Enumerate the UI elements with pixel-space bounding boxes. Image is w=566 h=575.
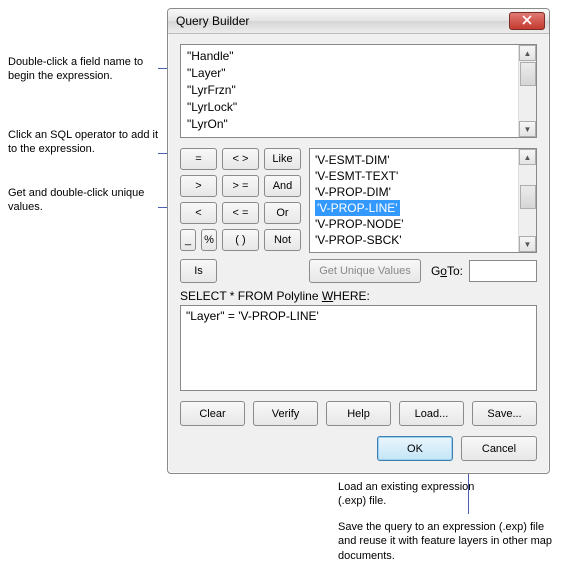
- value-item[interactable]: 'V-PROP-LINE': [315, 200, 513, 216]
- annotation-field: Double-click a field name to begin the e…: [8, 55, 158, 84]
- values-items: 'V-ESMT-DIM' 'V-ESMT-TEXT' 'V-PROP-DIM' …: [310, 149, 518, 252]
- op-and-button[interactable]: And: [264, 175, 301, 197]
- annotation-values: Get and double-click unique values.: [8, 186, 158, 215]
- op-gt-button[interactable]: >: [180, 175, 217, 197]
- op-le-button[interactable]: < =: [222, 202, 259, 224]
- annotation-save: Save the query to an expression (.exp) f…: [338, 520, 558, 563]
- value-item[interactable]: 'V-PROP-NODE': [315, 216, 513, 232]
- goto-label: Go To:: [431, 264, 463, 278]
- field-item[interactable]: "LyrLock": [187, 99, 512, 116]
- op-lt-button[interactable]: <: [180, 202, 217, 224]
- op-paren-button[interactable]: ( ): [222, 229, 259, 251]
- get-unique-values-button[interactable]: Get Unique Values: [309, 259, 421, 283]
- scroll-up-icon[interactable]: ▲: [519, 149, 536, 165]
- save-button[interactable]: Save...: [472, 401, 537, 426]
- operator-grid: = < > Like > > = And < < = Or _ % ( ) No…: [180, 148, 301, 253]
- load-button[interactable]: Load...: [399, 401, 464, 426]
- titlebar: Query Builder: [168, 9, 549, 34]
- value-item[interactable]: 'V-ESMT-DIM': [315, 152, 513, 168]
- scroll-down-icon[interactable]: ▼: [519, 236, 536, 252]
- select-label: SELECT * FROM Polyline WHERE:: [180, 289, 537, 303]
- fields-items: "Handle" "Layer" "LyrFrzn" "LyrLock" "Ly…: [181, 45, 518, 137]
- verify-button[interactable]: Verify: [253, 401, 318, 426]
- ok-button[interactable]: OK: [377, 436, 453, 461]
- expression-textarea[interactable]: "Layer" = 'V-PROP-LINE': [180, 305, 537, 391]
- close-button[interactable]: [509, 12, 545, 30]
- scroll-thumb[interactable]: [520, 185, 536, 209]
- clear-button[interactable]: Clear: [180, 401, 245, 426]
- query-builder-dialog: Query Builder "Handle" "Layer" "LyrFrzn"…: [167, 8, 550, 474]
- value-item[interactable]: 'V-PROP-SBCK': [315, 232, 513, 248]
- annotation-load: Load an existing expression (.exp) file.: [338, 480, 498, 509]
- field-item[interactable]: "LyrFrzn": [187, 82, 512, 99]
- op-like-button[interactable]: Like: [264, 148, 301, 170]
- op-notequal-button[interactable]: < >: [222, 148, 259, 170]
- values-scrollbar[interactable]: ▲ ▼: [518, 149, 536, 252]
- op-is-button[interactable]: Is: [180, 259, 217, 283]
- goto-input[interactable]: [469, 260, 537, 282]
- fields-scrollbar[interactable]: ▲ ▼: [518, 45, 536, 137]
- scroll-down-icon[interactable]: ▼: [519, 121, 536, 137]
- op-ge-button[interactable]: > =: [222, 175, 259, 197]
- fields-listbox[interactable]: "Handle" "Layer" "LyrFrzn" "LyrLock" "Ly…: [180, 44, 537, 138]
- help-button[interactable]: Help: [326, 401, 391, 426]
- op-percent-button[interactable]: %: [201, 229, 217, 251]
- value-item[interactable]: 'V-PROP-DIM': [315, 184, 513, 200]
- field-item[interactable]: "LyrOn": [187, 116, 512, 133]
- close-icon: [522, 15, 532, 28]
- field-item[interactable]: "Layer": [187, 65, 512, 82]
- op-or-button[interactable]: Or: [264, 202, 301, 224]
- cancel-button[interactable]: Cancel: [461, 436, 537, 461]
- op-not-button[interactable]: Not: [264, 229, 301, 251]
- scroll-thumb[interactable]: [520, 62, 536, 86]
- op-underscore-button[interactable]: _: [180, 229, 196, 251]
- values-listbox[interactable]: 'V-ESMT-DIM' 'V-ESMT-TEXT' 'V-PROP-DIM' …: [309, 148, 537, 253]
- annotation-operator: Click an SQL operator to add it to the e…: [8, 128, 158, 157]
- window-title: Query Builder: [176, 14, 509, 28]
- value-item[interactable]: 'V-ESMT-TEXT': [315, 168, 513, 184]
- field-item[interactable]: "Handle": [187, 48, 512, 65]
- op-equals-button[interactable]: =: [180, 148, 217, 170]
- scroll-up-icon[interactable]: ▲: [519, 45, 536, 61]
